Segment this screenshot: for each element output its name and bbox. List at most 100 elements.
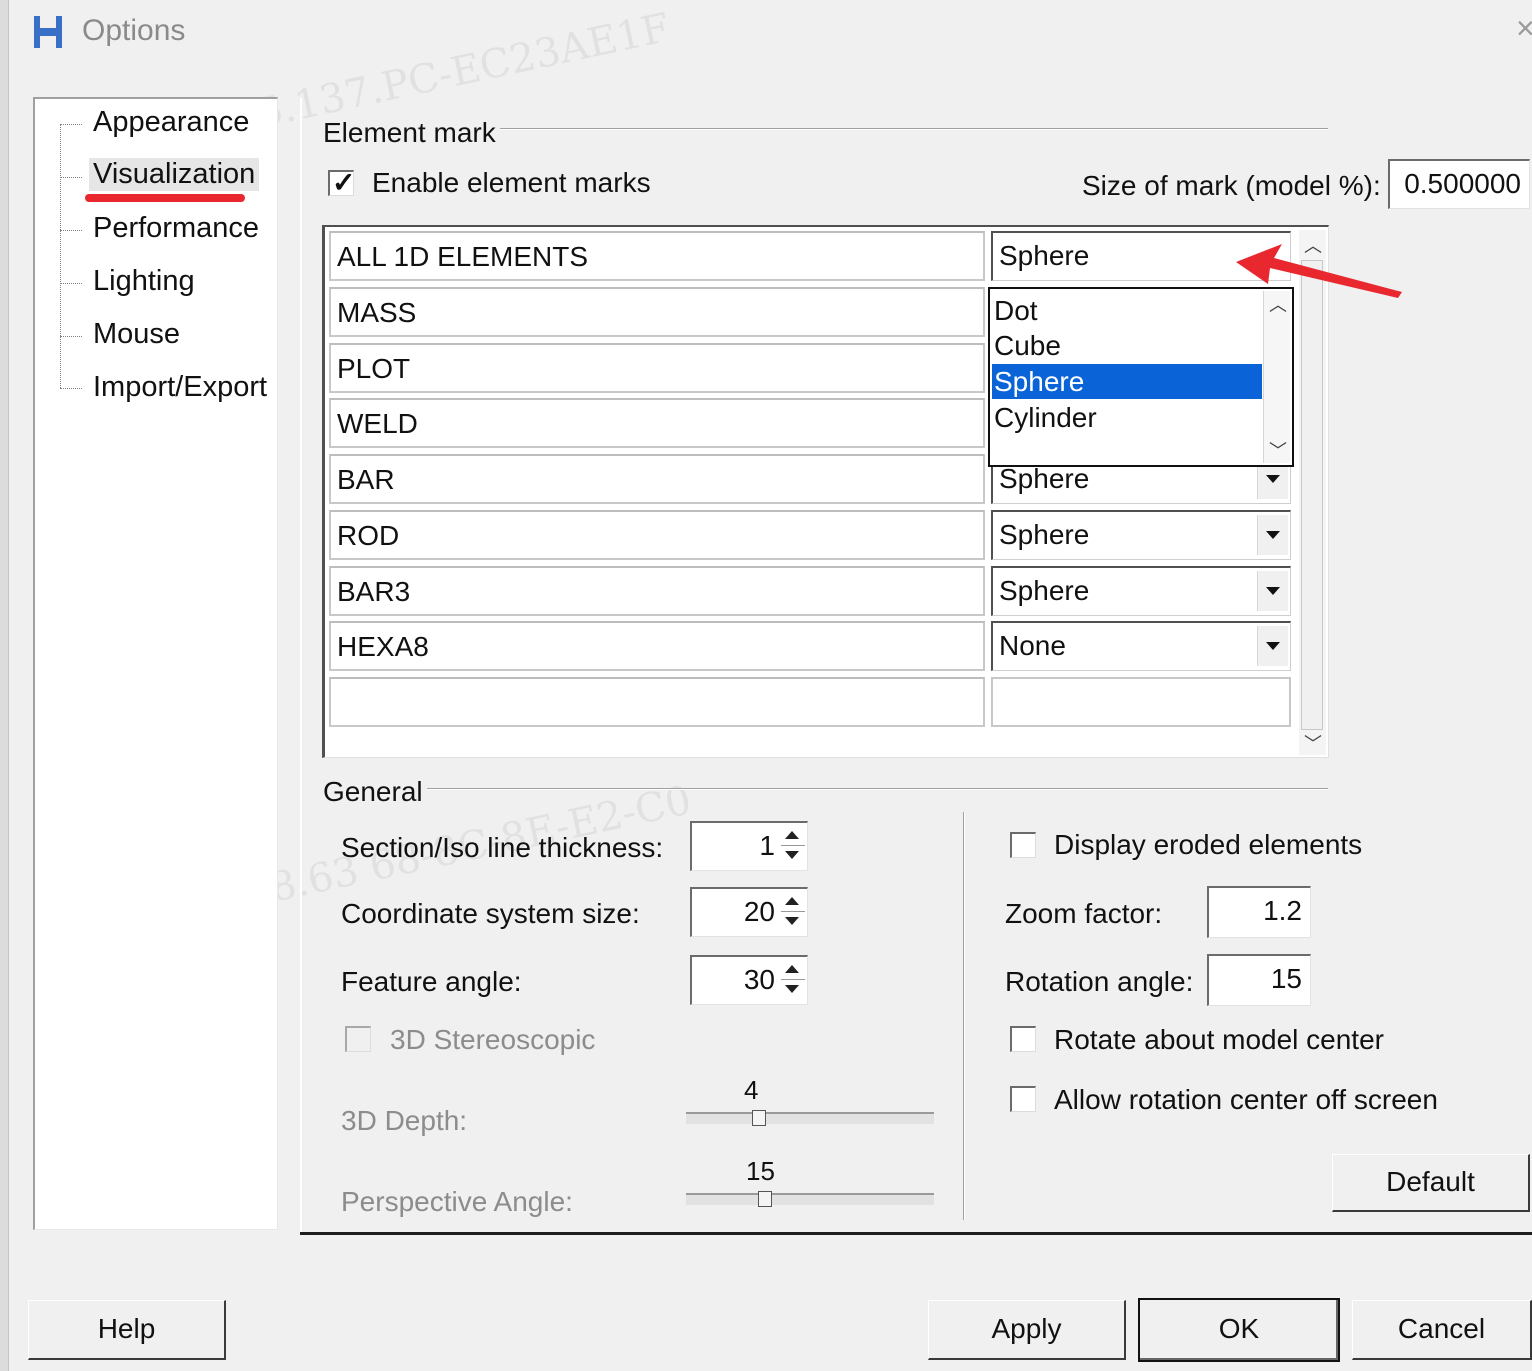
grid-row: BAR3 Sphere: [329, 566, 1291, 620]
arrow-up-icon[interactable]: [785, 831, 799, 839]
grid-row: HEXA8 None: [329, 621, 1291, 675]
chevron-down-icon[interactable]: [1257, 626, 1288, 666]
grid-cell-empty[interactable]: [991, 677, 1291, 727]
grid-cell-element[interactable]: WELD: [329, 398, 985, 448]
rotation-angle-label: Rotation angle:: [1005, 966, 1194, 997]
depth-label: 3D Depth:: [341, 1105, 468, 1136]
tree-branch: [60, 124, 82, 125]
depth-slider-thumb[interactable]: [752, 1110, 766, 1126]
zoom-factor-input[interactable]: 1.2: [1207, 886, 1311, 938]
coord-size-label: Coordinate system size:: [341, 898, 640, 929]
stepper-value: 30: [743, 964, 775, 995]
stepper-buttons[interactable]: [781, 959, 805, 1003]
group-separator: [410, 788, 1328, 790]
perspective-slider-thumb[interactable]: [758, 1191, 772, 1207]
display-eroded-checkbox[interactable]: [1010, 832, 1036, 858]
dropdown-option-cube[interactable]: Cube: [992, 328, 1262, 363]
zoom-factor-label: Zoom factor:: [1005, 898, 1163, 929]
tree-item-lighting[interactable]: Lighting: [93, 265, 195, 298]
tree-branch: [60, 177, 82, 178]
arrow-down-icon[interactable]: [785, 985, 799, 993]
enable-element-marks-label: Enable element marks: [372, 167, 651, 198]
annotation-arrow-icon: [1236, 244, 1402, 298]
rotation-angle-input[interactable]: 15: [1207, 954, 1311, 1006]
chevron-down-icon[interactable]: [1257, 571, 1288, 611]
checkmark-icon: ✓: [332, 167, 356, 198]
grid-cell-element[interactable]: BAR: [329, 454, 985, 504]
tree-branch: [60, 230, 82, 231]
dropdown-scrollbar[interactable]: ︿ ﹀: [1263, 291, 1290, 463]
cancel-button[interactable]: Cancel: [1352, 1300, 1532, 1360]
section-iso-stepper[interactable]: 1: [690, 821, 808, 871]
feature-angle-stepper[interactable]: 30: [690, 955, 808, 1005]
dropdown-option-dot[interactable]: Dot: [992, 293, 1262, 328]
grid-row-empty: [329, 677, 1291, 731]
grid-cell-element[interactable]: ALL 1D ELEMENTS: [329, 231, 985, 281]
mark-size-input[interactable]: 0.500000: [1388, 159, 1530, 209]
display-eroded-label: Display eroded elements: [1054, 829, 1363, 860]
allow-offscreen-checkbox[interactable]: [1010, 1086, 1036, 1112]
grid-row: ROD Sphere: [329, 510, 1291, 564]
perspective-value: 15: [746, 1156, 775, 1186]
tree-line: [60, 124, 61, 388]
perspective-label: Perspective Angle:: [341, 1186, 573, 1217]
perspective-slider-track[interactable]: [686, 1193, 934, 1205]
grid-cell-element[interactable]: BAR3: [329, 566, 985, 616]
stepper-buttons[interactable]: [781, 825, 805, 869]
tree-item-visualization[interactable]: Visualization: [89, 158, 260, 191]
scroll-down-icon[interactable]: ﹀: [1269, 437, 1287, 463]
stereoscopic-label: 3D Stereoscopic: [390, 1024, 596, 1055]
stepper-buttons[interactable]: [781, 891, 805, 935]
arrow-up-icon[interactable]: [785, 965, 799, 973]
scroll-down-icon[interactable]: ﹀: [1304, 730, 1322, 756]
default-button[interactable]: Default: [1332, 1154, 1530, 1212]
scrollbar-thumb[interactable]: [1301, 260, 1323, 730]
rotate-center-label: Rotate about model center: [1054, 1024, 1384, 1055]
dropdown-option-cylinder[interactable]: Cylinder: [992, 400, 1262, 435]
stereoscopic-checkbox[interactable]: [345, 1026, 371, 1052]
grid-cell-element[interactable]: PLOT: [329, 343, 985, 393]
grid-cell-element[interactable]: ROD: [329, 510, 985, 560]
general-divider: [963, 812, 965, 1220]
section-iso-label: Section/Iso line thickness:: [341, 832, 664, 863]
coord-size-stepper[interactable]: 20: [690, 887, 808, 937]
rotate-center-checkbox[interactable]: [1010, 1026, 1036, 1052]
arrow-down-icon[interactable]: [785, 851, 799, 859]
help-button[interactable]: Help: [28, 1300, 226, 1360]
stepper-value: 20: [743, 896, 775, 927]
mark-type-combo[interactable]: None: [991, 621, 1291, 671]
mark-type-dropdown-list[interactable]: Dot Cube Sphere Cylinder ︿ ﹀: [988, 287, 1294, 467]
combo-value: Sphere: [999, 463, 1090, 494]
apply-button[interactable]: Apply: [928, 1300, 1126, 1360]
feature-angle-label: Feature angle:: [341, 966, 522, 997]
tree-item-appearance[interactable]: Appearance: [93, 106, 249, 139]
arrow-down-icon[interactable]: [785, 917, 799, 925]
tree-branch: [60, 388, 82, 389]
mark-type-combo[interactable]: Sphere: [991, 510, 1291, 560]
combo-value: Sphere: [999, 240, 1090, 271]
grid-row: ALL 1D ELEMENTS Sphere: [329, 231, 1291, 285]
combo-value: None: [999, 630, 1066, 661]
annotation-underline: [85, 194, 245, 202]
app-logo-icon: [34, 16, 62, 48]
tree-item-import-export[interactable]: Import/Export: [93, 371, 267, 404]
combo-value: Sphere: [999, 575, 1090, 606]
mark-type-combo[interactable]: Sphere: [991, 566, 1291, 616]
grid-cell-empty[interactable]: [329, 677, 985, 727]
depth-slider-track[interactable]: [686, 1112, 934, 1124]
allow-offscreen-label: Allow rotation center off screen: [1054, 1084, 1438, 1115]
combo-value: Sphere: [999, 519, 1090, 550]
tree-item-mouse[interactable]: Mouse: [93, 318, 180, 351]
close-icon[interactable]: ×: [1516, 10, 1532, 47]
tree-branch: [60, 336, 82, 337]
window-title: Options: [82, 14, 186, 47]
arrow-up-icon[interactable]: [785, 897, 799, 905]
ok-button[interactable]: OK: [1138, 1298, 1340, 1362]
dropdown-option-sphere[interactable]: Sphere: [992, 364, 1262, 399]
chevron-down-icon[interactable]: [1257, 515, 1288, 555]
grid-cell-element[interactable]: MASS: [329, 287, 985, 337]
grid-cell-element[interactable]: HEXA8: [329, 621, 985, 671]
tree-item-performance[interactable]: Performance: [93, 212, 259, 245]
stepper-value: 1: [759, 830, 775, 861]
enable-element-marks-checkbox[interactable]: ✓: [328, 167, 355, 198]
